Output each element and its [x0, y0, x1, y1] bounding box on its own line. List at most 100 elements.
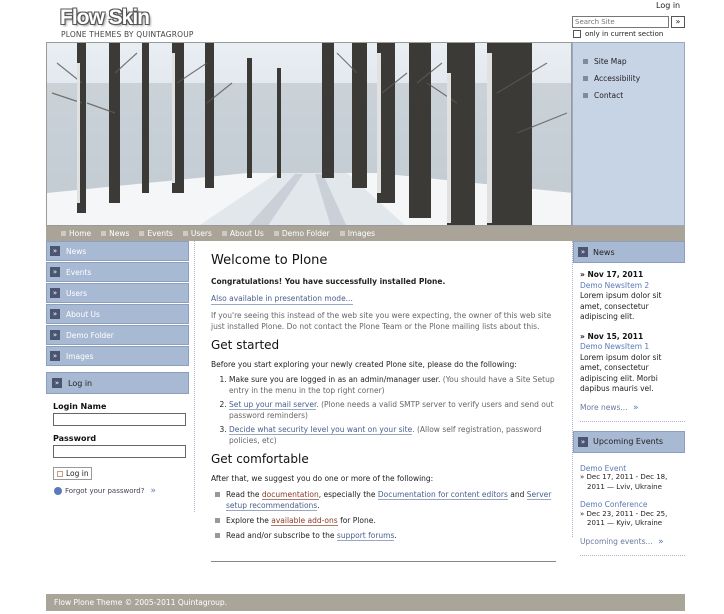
main-content: Welcome to Plone Congratulations! You ha… — [211, 253, 556, 545]
nav-tab-label: About Us — [229, 229, 264, 238]
event-location: 2011 — Lviv, Ukraine — [587, 482, 662, 491]
bullet-icon — [61, 231, 66, 236]
left-nav-images[interactable]: » Images — [46, 346, 189, 366]
arrow-right-icon: » — [52, 378, 62, 388]
only-current-checkbox[interactable] — [573, 30, 581, 38]
arrow-right-icon: » — [578, 436, 588, 447]
global-nav: Home News Events Users About Us Demo Fol… — [46, 226, 685, 241]
more-news-link[interactable]: More news... » — [580, 403, 685, 422]
nav-tab-label: Users — [190, 229, 212, 238]
arrow-right-icon: » — [50, 351, 60, 361]
list-item: Set up your mail server. (Plone needs a … — [229, 399, 556, 421]
event-item[interactable]: Demo Conference » Dec 23, 2011 - Dec 25,… — [580, 500, 685, 529]
password-label: Password — [53, 434, 97, 443]
nav-tab-label: News — [109, 229, 130, 238]
bullet-text: Read the — [226, 490, 262, 499]
arrow-right-icon: » — [50, 330, 60, 340]
site-actions-panel: Site Map Accessibility Contact — [572, 42, 685, 226]
news-portlet-title: News — [593, 247, 615, 257]
search-button[interactable]: » — [671, 16, 685, 28]
left-nav-label: Events — [66, 267, 92, 277]
event-location: 2011 — Kyiv, Ukraine — [587, 519, 663, 527]
list-item: Read the documentation, especially the D… — [215, 489, 556, 511]
addons-link[interactable]: available add-ons — [271, 516, 338, 526]
news-portlet-header[interactable]: » News — [573, 241, 685, 263]
arrow-right-icon: » — [578, 247, 588, 257]
nav-tab-label: Demo Folder — [281, 229, 330, 238]
page-title: Welcome to Plone — [211, 253, 328, 268]
event-title-link[interactable]: Demo Conference — [580, 500, 685, 510]
nav-tab-about-us[interactable]: About Us — [221, 229, 264, 238]
nav-tab-label: Home — [69, 229, 92, 238]
left-nav-label: News — [66, 246, 87, 256]
arrow-right-icon: » — [50, 288, 60, 298]
arrow-right-icon: » — [50, 246, 60, 256]
get-comfortable-list: Read the documentation, especially the D… — [215, 489, 556, 541]
login-button[interactable]: Log in — [53, 467, 92, 480]
news-date: » Nov 17, 2011 — [580, 270, 644, 279]
left-column: » News » Events » Users » About Us » Demo Fol… — [46, 241, 195, 512]
mail-server-link[interactable]: Set up your mail server — [229, 400, 317, 410]
news-title-link[interactable]: Demo NewsItem 1 — [580, 342, 685, 353]
nav-tab-images[interactable]: Images — [339, 229, 376, 238]
bullet-text: Read and/or subscribe to the — [226, 531, 337, 540]
nav-tab-users[interactable]: Users — [182, 229, 212, 238]
news-item[interactable]: » Nov 15, 2011 Demo NewsItem 1 Lorem ips… — [580, 332, 685, 395]
bullet-text: for Plone. — [337, 516, 376, 525]
nav-tab-news[interactable]: News — [101, 229, 129, 238]
bullet-icon — [339, 231, 345, 236]
search-input[interactable] — [572, 16, 669, 28]
hero-image — [46, 42, 572, 226]
nav-tab-home[interactable]: Home — [61, 229, 91, 238]
nav-tab-label: Images — [347, 229, 376, 238]
security-level-link[interactable]: Decide what security level you want on y… — [229, 425, 413, 435]
list-item: Explore the available add-ons for Plone. — [215, 515, 556, 526]
site-action-contact[interactable]: Contact — [583, 91, 684, 100]
password-input[interactable] — [53, 445, 186, 458]
bullet-icon — [182, 231, 188, 236]
left-nav-label: About Us — [66, 309, 100, 319]
events-portlet-header[interactable]: » Upcoming Events — [573, 430, 685, 453]
only-current-section[interactable]: only in current section — [573, 30, 663, 38]
news-body: Lorem ipsum dolor sit amet, consectetur … — [580, 352, 662, 394]
double-chevron-icon: » — [632, 402, 639, 413]
left-nav-news[interactable]: » News — [46, 241, 189, 261]
list-item: Decide what security level you want on y… — [229, 424, 556, 446]
left-nav-demo-folder[interactable]: » Demo Folder — [46, 325, 189, 345]
bullet-text: . — [394, 531, 397, 540]
nav-tab-demo-folder[interactable]: Demo Folder — [273, 229, 330, 238]
nav-tab-label: Events — [147, 229, 173, 238]
bullet-icon — [101, 231, 107, 236]
support-forums-link[interactable]: support forums — [336, 531, 395, 541]
bullet-text: . — [317, 501, 320, 510]
login-name-input[interactable] — [53, 413, 186, 426]
event-item[interactable]: Demo Event » Dec 17, 2011 - Dec 18, 2011… — [580, 464, 685, 493]
news-body: Lorem ipsum dolor sit amet, consectetur … — [580, 291, 662, 321]
site-action-label: Contact — [594, 91, 624, 100]
forgot-password-link[interactable]: Forgot your password? » — [54, 486, 189, 496]
bullet-text: and — [507, 490, 527, 499]
upcoming-events-link[interactable]: Upcoming events... » — [580, 537, 685, 556]
site-header: Flow Skin PLONE THEMES BY QUINTAGROUP Lo… — [0, 0, 724, 42]
news-title-link[interactable]: Demo NewsItem 2 — [580, 281, 685, 292]
left-nav-users[interactable]: » Users — [46, 283, 189, 303]
site-action-sitemap[interactable]: Site Map — [583, 57, 684, 66]
left-nav-about-us[interactable]: » About Us — [46, 304, 189, 324]
login-name-label: Login Name — [53, 402, 107, 411]
presentation-mode-link[interactable]: Also available in presentation mode... — [211, 293, 353, 305]
bullet-icon — [215, 518, 220, 523]
nav-tab-events[interactable]: Events — [139, 229, 173, 238]
content-editors-doc-link[interactable]: Documentation for content editors — [377, 490, 508, 500]
left-nav-events[interactable]: » Events — [46, 262, 189, 282]
bullet-icon — [583, 93, 588, 98]
site-action-accessibility[interactable]: Accessibility — [583, 74, 684, 83]
site-tagline: PLONE THEMES BY QUINTAGROUP — [61, 30, 194, 39]
login-link[interactable]: Log in — [656, 1, 680, 10]
event-dates: » Dec 17, 2011 - Dec 18, — [580, 473, 668, 481]
documentation-link[interactable]: documentation — [261, 490, 319, 500]
login-portlet-header: » Log in — [46, 372, 189, 394]
bullet-icon — [221, 231, 227, 236]
news-item[interactable]: » Nov 17, 2011 Demo NewsItem 2 Lorem ips… — [580, 270, 685, 323]
site-logo[interactable]: Flow Skin — [60, 6, 150, 30]
event-title-link[interactable]: Demo Event — [580, 464, 685, 474]
